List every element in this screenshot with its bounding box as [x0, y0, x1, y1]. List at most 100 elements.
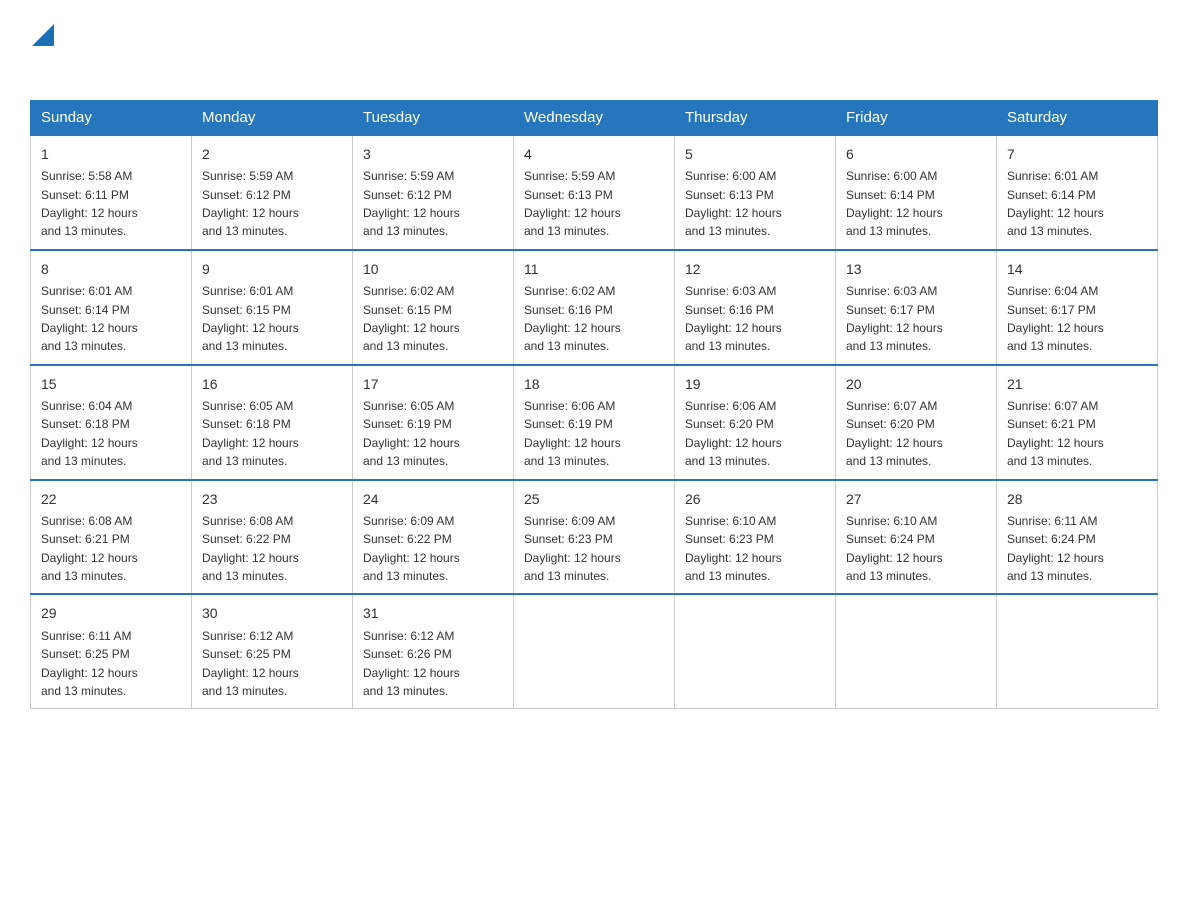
day-info: Sunrise: 6:08 AMSunset: 6:21 PMDaylight:… — [41, 514, 138, 583]
calendar-header-row: SundayMondayTuesdayWednesdayThursdayFrid… — [31, 101, 1158, 136]
day-info: Sunrise: 6:01 AMSunset: 6:14 PMDaylight:… — [41, 284, 138, 353]
calendar-cell: 5 Sunrise: 6:00 AMSunset: 6:13 PMDaylight… — [675, 135, 836, 250]
calendar-cell: 24 Sunrise: 6:09 AMSunset: 6:22 PMDayligh… — [353, 480, 514, 595]
header-friday: Friday — [836, 101, 997, 136]
day-info: Sunrise: 6:01 AMSunset: 6:14 PMDaylight:… — [1007, 169, 1104, 238]
calendar-cell: 19 Sunrise: 6:06 AMSunset: 6:20 PMDayligh… — [675, 365, 836, 480]
calendar-cell — [675, 594, 836, 708]
day-number: 4 — [524, 144, 664, 164]
calendar-cell: 1 Sunrise: 5:58 AMSunset: 6:11 PMDaylight… — [31, 135, 192, 250]
calendar-cell — [997, 594, 1158, 708]
logo-triangle-icon — [32, 20, 54, 46]
day-info: Sunrise: 5:59 AMSunset: 6:12 PMDaylight:… — [363, 169, 460, 238]
day-number: 1 — [41, 144, 181, 164]
calendar-cell: 22 Sunrise: 6:08 AMSunset: 6:21 PMDayligh… — [31, 480, 192, 595]
day-info: Sunrise: 6:12 AMSunset: 6:25 PMDaylight:… — [202, 629, 299, 698]
calendar-week-row: 29 Sunrise: 6:11 AMSunset: 6:25 PMDayligh… — [31, 594, 1158, 708]
calendar-cell: 10 Sunrise: 6:02 AMSunset: 6:15 PMDayligh… — [353, 250, 514, 365]
day-info: Sunrise: 5:58 AMSunset: 6:11 PMDaylight:… — [41, 169, 138, 238]
day-number: 5 — [685, 144, 825, 164]
day-number: 15 — [41, 374, 181, 394]
day-number: 27 — [846, 489, 986, 509]
day-number: 2 — [202, 144, 342, 164]
calendar-cell: 30 Sunrise: 6:12 AMSunset: 6:25 PMDayligh… — [192, 594, 353, 708]
header-wednesday: Wednesday — [514, 101, 675, 136]
day-number: 31 — [363, 603, 503, 623]
calendar-cell: 28 Sunrise: 6:11 AMSunset: 6:24 PMDayligh… — [997, 480, 1158, 595]
logo — [30, 20, 54, 80]
header-tuesday: Tuesday — [353, 101, 514, 136]
day-info: Sunrise: 6:07 AMSunset: 6:21 PMDaylight:… — [1007, 399, 1104, 468]
calendar-cell: 7 Sunrise: 6:01 AMSunset: 6:14 PMDaylight… — [997, 135, 1158, 250]
day-number: 9 — [202, 259, 342, 279]
day-number: 30 — [202, 603, 342, 623]
day-number: 13 — [846, 259, 986, 279]
calendar-cell: 8 Sunrise: 6:01 AMSunset: 6:14 PMDaylight… — [31, 250, 192, 365]
header-thursday: Thursday — [675, 101, 836, 136]
header-monday: Monday — [192, 101, 353, 136]
day-info: Sunrise: 6:02 AMSunset: 6:15 PMDaylight:… — [363, 284, 460, 353]
day-number: 6 — [846, 144, 986, 164]
day-number: 10 — [363, 259, 503, 279]
day-number: 7 — [1007, 144, 1147, 164]
day-info: Sunrise: 6:03 AMSunset: 6:16 PMDaylight:… — [685, 284, 782, 353]
day-number: 22 — [41, 489, 181, 509]
day-number: 20 — [846, 374, 986, 394]
calendar-cell: 20 Sunrise: 6:07 AMSunset: 6:20 PMDayligh… — [836, 365, 997, 480]
day-info: Sunrise: 6:11 AMSunset: 6:25 PMDaylight:… — [41, 629, 138, 698]
calendar-week-row: 1 Sunrise: 5:58 AMSunset: 6:11 PMDaylight… — [31, 135, 1158, 250]
calendar-cell: 12Sunrise: 6:03 AMSunset: 6:16 PMDayligh… — [675, 250, 836, 365]
day-number: 8 — [41, 259, 181, 279]
calendar-cell: 27Sunrise: 6:10 AMSunset: 6:24 PMDayligh… — [836, 480, 997, 595]
calendar-cell: 31 Sunrise: 6:12 AMSunset: 6:26 PMDayligh… — [353, 594, 514, 708]
day-info: Sunrise: 6:05 AMSunset: 6:18 PMDaylight:… — [202, 399, 299, 468]
day-number: 21 — [1007, 374, 1147, 394]
day-info: Sunrise: 6:09 AMSunset: 6:22 PMDaylight:… — [363, 514, 460, 583]
calendar-week-row: 22 Sunrise: 6:08 AMSunset: 6:21 PMDayligh… — [31, 480, 1158, 595]
calendar-cell: 15 Sunrise: 6:04 AMSunset: 6:18 PMDayligh… — [31, 365, 192, 480]
day-info: Sunrise: 6:12 AMSunset: 6:26 PMDaylight:… — [363, 629, 460, 698]
day-number: 29 — [41, 603, 181, 623]
day-number: 25 — [524, 489, 664, 509]
day-number: 23 — [202, 489, 342, 509]
calendar-week-row: 15 Sunrise: 6:04 AMSunset: 6:18 PMDayligh… — [31, 365, 1158, 480]
calendar-cell: 6 Sunrise: 6:00 AMSunset: 6:14 PMDaylight… — [836, 135, 997, 250]
day-number: 28 — [1007, 489, 1147, 509]
calendar-cell: 9 Sunrise: 6:01 AMSunset: 6:15 PMDaylight… — [192, 250, 353, 365]
day-info: Sunrise: 6:11 AMSunset: 6:24 PMDaylight:… — [1007, 514, 1104, 583]
day-info: Sunrise: 6:01 AMSunset: 6:15 PMDaylight:… — [202, 284, 299, 353]
calendar-cell: 3Sunrise: 5:59 AMSunset: 6:12 PMDaylight… — [353, 135, 514, 250]
day-info: Sunrise: 6:00 AMSunset: 6:14 PMDaylight:… — [846, 169, 943, 238]
calendar-cell: 21 Sunrise: 6:07 AMSunset: 6:21 PMDayligh… — [997, 365, 1158, 480]
day-number: 24 — [363, 489, 503, 509]
header-saturday: Saturday — [997, 101, 1158, 136]
day-number: 19 — [685, 374, 825, 394]
calendar-cell: 29 Sunrise: 6:11 AMSunset: 6:25 PMDayligh… — [31, 594, 192, 708]
calendar-table: SundayMondayTuesdayWednesdayThursdayFrid… — [30, 100, 1158, 709]
calendar-cell: 23 Sunrise: 6:08 AMSunset: 6:22 PMDayligh… — [192, 480, 353, 595]
day-info: Sunrise: 6:07 AMSunset: 6:20 PMDaylight:… — [846, 399, 943, 468]
day-info: Sunrise: 6:04 AMSunset: 6:18 PMDaylight:… — [41, 399, 138, 468]
day-info: Sunrise: 6:06 AMSunset: 6:20 PMDaylight:… — [685, 399, 782, 468]
day-info: Sunrise: 6:02 AMSunset: 6:16 PMDaylight:… — [524, 284, 621, 353]
day-info: Sunrise: 6:00 AMSunset: 6:13 PMDaylight:… — [685, 169, 782, 238]
day-info: Sunrise: 5:59 AMSunset: 6:12 PMDaylight:… — [202, 169, 299, 238]
day-info: Sunrise: 6:05 AMSunset: 6:19 PMDaylight:… — [363, 399, 460, 468]
day-info: Sunrise: 6:09 AMSunset: 6:23 PMDaylight:… — [524, 514, 621, 583]
calendar-cell: 17Sunrise: 6:05 AMSunset: 6:19 PMDayligh… — [353, 365, 514, 480]
day-info: Sunrise: 6:06 AMSunset: 6:19 PMDaylight:… — [524, 399, 621, 468]
calendar-cell: 13Sunrise: 6:03 AMSunset: 6:17 PMDayligh… — [836, 250, 997, 365]
day-number: 16 — [202, 374, 342, 394]
calendar-week-row: 8 Sunrise: 6:01 AMSunset: 6:14 PMDaylight… — [31, 250, 1158, 365]
calendar-cell — [836, 594, 997, 708]
day-info: Sunrise: 6:10 AMSunset: 6:23 PMDaylight:… — [685, 514, 782, 583]
day-number: 18 — [524, 374, 664, 394]
day-info: Sunrise: 6:08 AMSunset: 6:22 PMDaylight:… — [202, 514, 299, 583]
calendar-cell: 16 Sunrise: 6:05 AMSunset: 6:18 PMDayligh… — [192, 365, 353, 480]
calendar-cell: 2 Sunrise: 5:59 AMSunset: 6:12 PMDaylight… — [192, 135, 353, 250]
page-header — [30, 20, 1158, 80]
day-number: 11 — [524, 259, 664, 279]
calendar-cell: 25 Sunrise: 6:09 AMSunset: 6:23 PMDayligh… — [514, 480, 675, 595]
calendar-cell: 26Sunrise: 6:10 AMSunset: 6:23 PMDayligh… — [675, 480, 836, 595]
day-info: Sunrise: 5:59 AMSunset: 6:13 PMDaylight:… — [524, 169, 621, 238]
